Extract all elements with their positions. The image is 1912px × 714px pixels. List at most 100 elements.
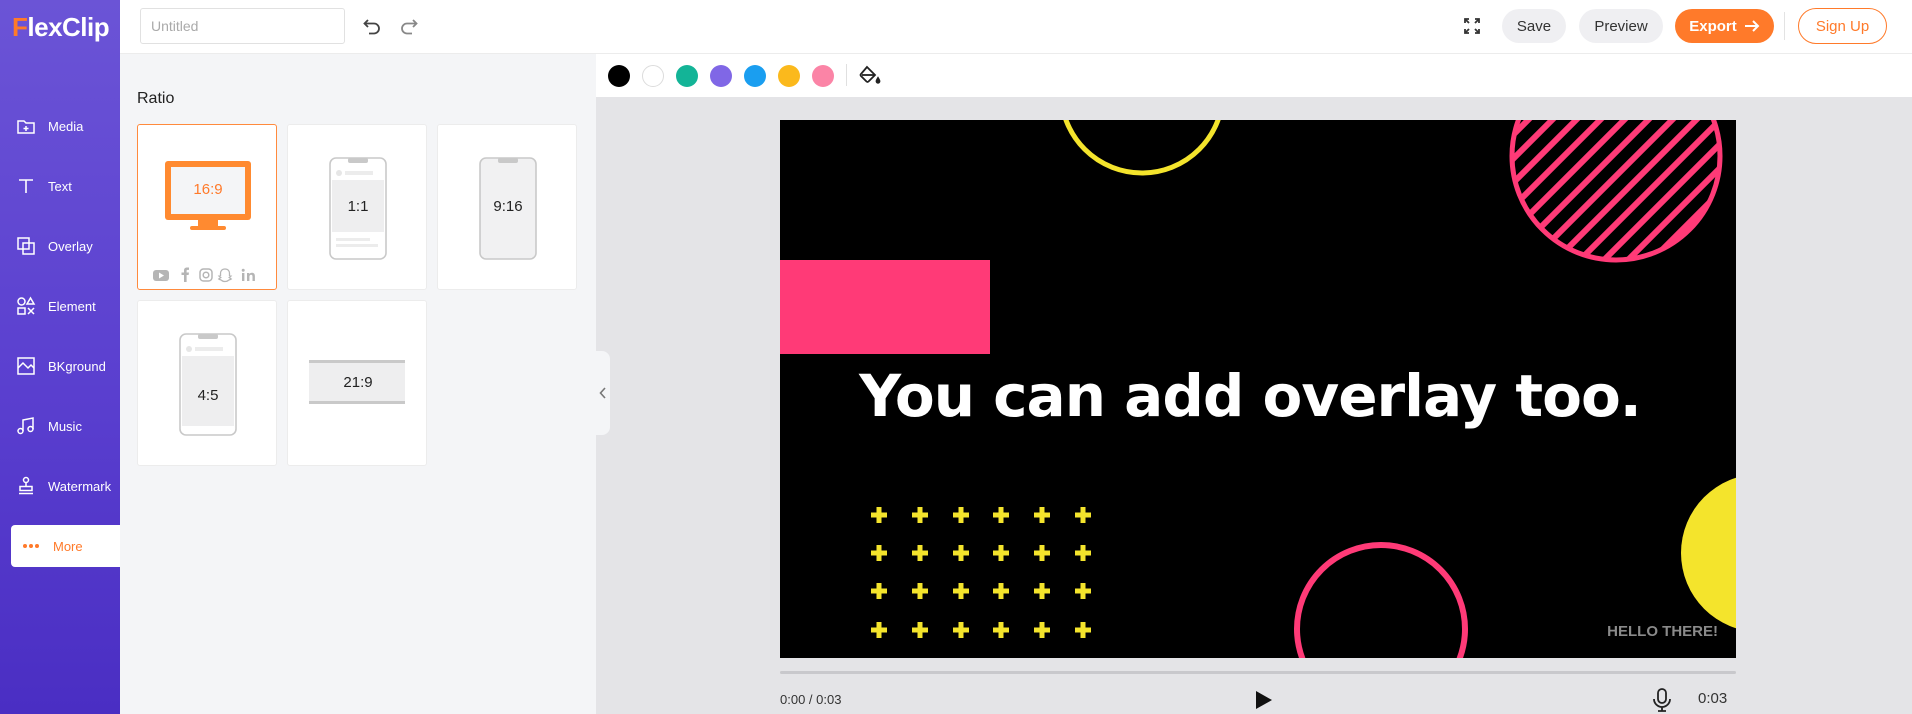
total-duration: 0:03 bbox=[1698, 690, 1728, 707]
redo-button[interactable] bbox=[395, 12, 423, 40]
ratio-option-4-5[interactable]: 4:5 bbox=[137, 300, 277, 466]
overlay-icon bbox=[17, 237, 35, 255]
plus-icon bbox=[912, 507, 928, 523]
yellow-half-circle bbox=[1681, 477, 1736, 629]
sidebar-item-background[interactable]: BKground bbox=[0, 345, 120, 387]
microphone-icon[interactable] bbox=[1650, 687, 1674, 713]
ratio-option-16-9[interactable]: 16:9 bbox=[137, 124, 277, 290]
preview-button[interactable]: Preview bbox=[1579, 9, 1663, 43]
social-icons bbox=[153, 267, 255, 283]
plus-icon bbox=[993, 622, 1009, 638]
snapchat-icon bbox=[217, 268, 233, 283]
ratio-option-21-9[interactable]: 21:9 bbox=[287, 300, 427, 466]
canvas-headline[interactable]: You can add overlay too. bbox=[780, 362, 1720, 430]
text-icon bbox=[19, 179, 33, 193]
ratio-label: 4:5 bbox=[197, 387, 219, 404]
facebook-icon bbox=[181, 267, 189, 282]
plus-icon bbox=[1075, 622, 1091, 638]
arrow-right-icon bbox=[1744, 20, 1760, 32]
export-label: Export bbox=[1689, 17, 1737, 35]
sidebar-item-label: More bbox=[53, 538, 83, 554]
top-toolbar: Save Preview Export Sign Up bbox=[120, 0, 1912, 54]
paint-bucket-icon[interactable] bbox=[858, 64, 882, 88]
yellow-ring bbox=[1063, 120, 1221, 176]
plus-icon bbox=[1075, 545, 1091, 561]
fullscreen-icon bbox=[1464, 18, 1480, 34]
color-swatch-yellow[interactable] bbox=[778, 65, 800, 87]
ratio-label: 1:1 bbox=[347, 198, 369, 215]
ratio-label: 21:9 bbox=[343, 374, 373, 391]
sidebar-item-label: Overlay bbox=[48, 238, 93, 254]
flexclip-logo[interactable]: FlexClip bbox=[12, 11, 110, 42]
sidebar-item-music[interactable]: Music bbox=[0, 405, 120, 447]
logo-text: lexClip bbox=[27, 11, 110, 42]
plus-icon bbox=[871, 545, 887, 561]
striped-circle bbox=[1513, 120, 1719, 259]
plus-icon bbox=[953, 622, 969, 638]
sign-up-button[interactable]: Sign Up bbox=[1798, 8, 1887, 44]
plus-icon bbox=[871, 622, 887, 638]
flexclip-editor: FlexClip Media Text Overlay Element BKgr… bbox=[0, 0, 1912, 714]
music-icon bbox=[17, 417, 34, 435]
plus-icon bbox=[993, 545, 1009, 561]
ratio-label: 9:16 bbox=[493, 198, 523, 215]
video-canvas[interactable]: You can add overlay too. HELLO THERE! bbox=[780, 120, 1736, 658]
plus-icon bbox=[1075, 583, 1091, 599]
plus-icon bbox=[912, 545, 928, 561]
plus-icon bbox=[1034, 545, 1050, 561]
plus-icon bbox=[993, 507, 1009, 523]
plus-icon bbox=[993, 583, 1009, 599]
plus-icon bbox=[1034, 583, 1050, 599]
plus-icon bbox=[1034, 622, 1050, 638]
redo-icon bbox=[401, 19, 418, 35]
undo-button[interactable] bbox=[358, 12, 386, 40]
ratio-label: 16:9 bbox=[193, 181, 223, 198]
color-swatch-pink[interactable] bbox=[812, 65, 834, 87]
sidebar-item-label: Element bbox=[48, 298, 96, 314]
sidebar-item-overlay[interactable]: Overlay bbox=[0, 225, 120, 267]
sidebar-item-media[interactable]: Media bbox=[0, 105, 120, 147]
plus-icon bbox=[871, 507, 887, 523]
editor-area: You can add overlay too. HELLO THERE! 0:… bbox=[596, 54, 1912, 714]
pink-rectangle bbox=[780, 260, 990, 354]
plus-icon bbox=[871, 583, 887, 599]
chevron-left-icon bbox=[599, 387, 606, 399]
ratio-option-9-16[interactable]: 9:16 bbox=[437, 124, 577, 290]
export-button[interactable]: Export bbox=[1675, 9, 1774, 43]
save-button[interactable]: Save bbox=[1502, 9, 1566, 43]
sidebar-item-label: Music bbox=[48, 418, 82, 434]
plus-icon bbox=[953, 507, 969, 523]
youtube-icon bbox=[153, 270, 169, 281]
timeline-track[interactable] bbox=[780, 671, 1736, 674]
colorbar-divider bbox=[846, 64, 847, 86]
color-swatch-purple[interactable] bbox=[710, 65, 732, 87]
project-title-input[interactable] bbox=[140, 8, 345, 44]
more-icon bbox=[23, 544, 39, 548]
sidebar-item-label: Media bbox=[48, 118, 84, 134]
pink-ring bbox=[1294, 542, 1468, 658]
canvas-corner-text[interactable]: HELLO THERE! bbox=[1607, 623, 1718, 640]
color-swatch-blue[interactable] bbox=[744, 65, 766, 87]
media-icon bbox=[17, 120, 35, 134]
sidebar-item-label: Text bbox=[48, 178, 72, 194]
plus-icon bbox=[1034, 507, 1050, 523]
phone-icon bbox=[179, 333, 237, 436]
sidebar-item-element[interactable]: Element bbox=[0, 285, 120, 327]
play-icon[interactable] bbox=[1250, 687, 1276, 713]
watermark-icon bbox=[19, 476, 33, 495]
color-swatch-white[interactable] bbox=[642, 65, 664, 87]
toolbar-divider bbox=[1784, 12, 1785, 40]
color-toolbar bbox=[596, 54, 1912, 97]
panel-collapse-handle[interactable] bbox=[596, 351, 610, 435]
ratio-option-1-1[interactable]: 1:1 bbox=[287, 124, 427, 290]
plus-icon bbox=[912, 583, 928, 599]
plus-icon bbox=[953, 545, 969, 561]
sidebar-item-more[interactable]: More bbox=[11, 525, 120, 567]
color-swatch-teal[interactable] bbox=[676, 65, 698, 87]
color-swatch-black[interactable] bbox=[608, 65, 630, 87]
undo-icon bbox=[363, 19, 380, 35]
background-icon bbox=[17, 357, 35, 375]
sidebar-item-watermark[interactable]: Watermark bbox=[0, 465, 120, 507]
sidebar-item-text[interactable]: Text bbox=[0, 165, 120, 207]
fullscreen-button[interactable] bbox=[1458, 12, 1486, 40]
